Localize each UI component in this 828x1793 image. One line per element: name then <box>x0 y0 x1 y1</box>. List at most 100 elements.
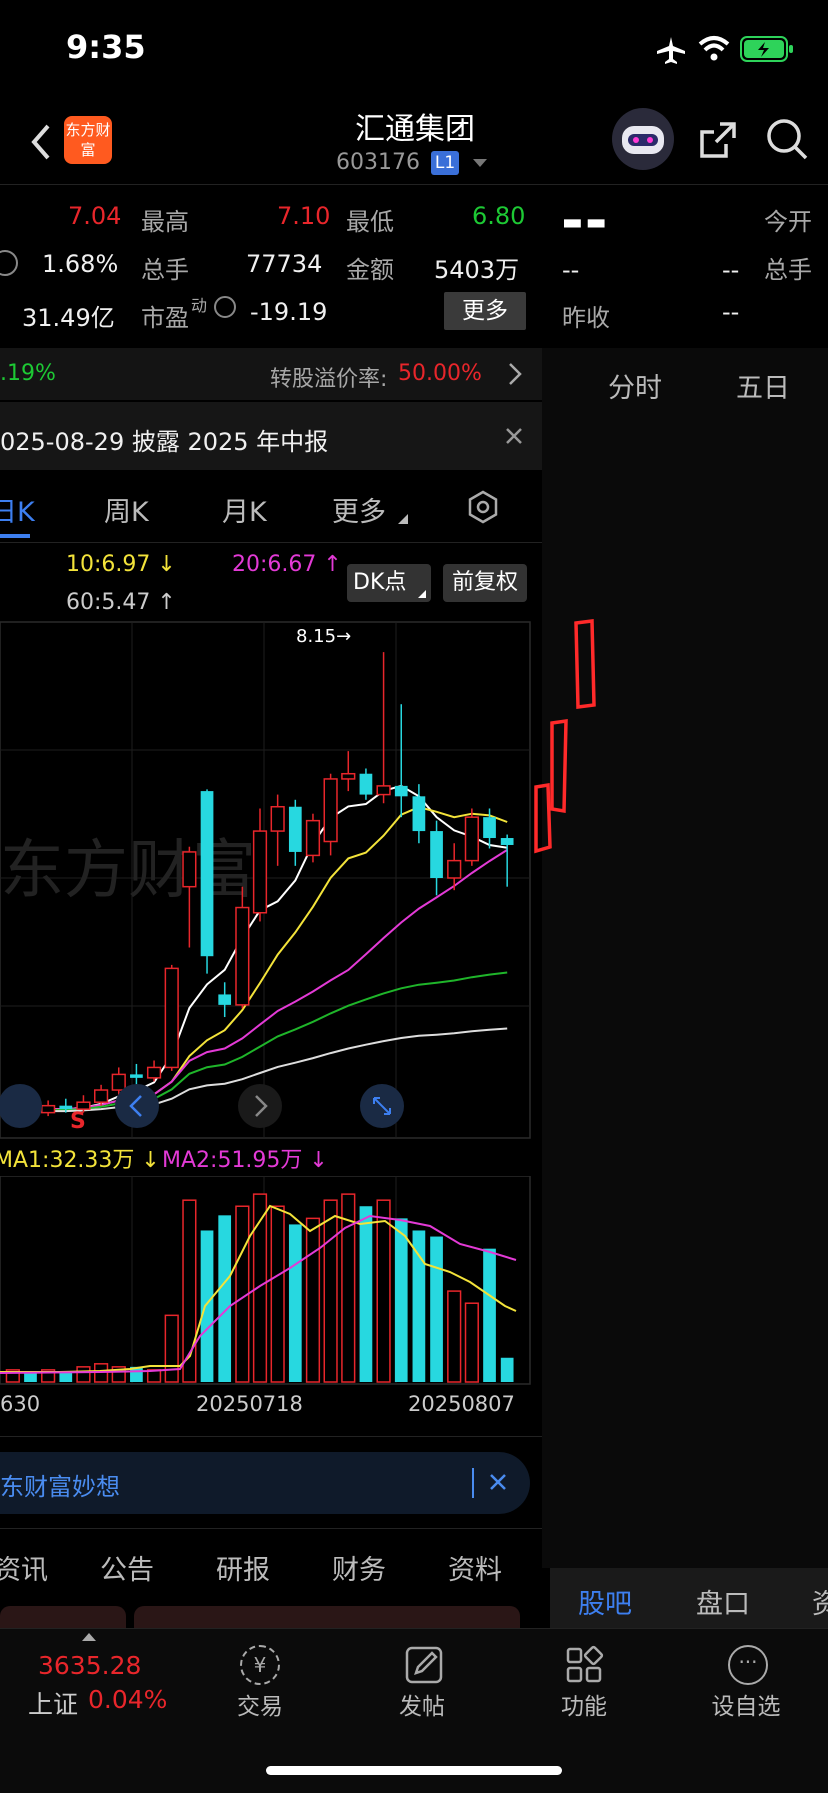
nav-left-button[interactable] <box>0 1084 42 1128</box>
edit-icon[interactable] <box>404 1645 444 1685</box>
index-value[interactable]: 3635.28 <box>38 1651 141 1680</box>
candle <box>41 1104 56 1114</box>
back-arrow-icon[interactable] <box>28 122 52 162</box>
card-edge <box>134 1606 520 1628</box>
ma20-label: 20:6.67 ↑ <box>232 552 342 577</box>
tab-month-k[interactable]: 月K <box>222 490 267 529</box>
tab-research[interactable]: 研报 <box>216 1548 270 1587</box>
chevron-right-icon <box>509 363 522 385</box>
candle <box>412 796 426 832</box>
conv-label: 转股溢价率: <box>270 367 388 392</box>
turnover-value: 1.68% <box>42 250 119 278</box>
chevron-down-icon[interactable] <box>472 158 488 168</box>
volume-bar <box>288 1224 302 1382</box>
candle <box>483 817 496 839</box>
gear-icon[interactable] <box>466 490 500 524</box>
pe-label: 市盈 <box>141 304 189 332</box>
trade-icon[interactable]: ¥ <box>240 1645 280 1685</box>
nav-trade[interactable]: 交易 <box>200 1687 320 1721</box>
right-vol-label: 总手 <box>764 256 812 284</box>
volume-chart[interactable] <box>0 1176 542 1386</box>
candle <box>323 778 338 843</box>
vol-ma2-label: MA2:51.95万 ↓ <box>162 1148 328 1173</box>
ma10-label: 10:6.97 ↓ <box>66 552 176 577</box>
high-value: 7.10 <box>277 202 331 230</box>
adjust-button[interactable]: 前复权 <box>443 564 527 602</box>
right-pane: 分时 五日 <box>542 348 828 1568</box>
stock-code: 603176 <box>336 150 420 175</box>
volume-bar <box>483 1248 496 1382</box>
volume-bar <box>76 1366 91 1383</box>
volume-bar <box>59 1372 73 1382</box>
tab-announcements[interactable]: 公告 <box>100 1548 154 1587</box>
status-time: 9:35 <box>66 28 146 66</box>
tab-five-day[interactable]: 五日 <box>736 366 790 405</box>
date-label-2: 20250718 <box>196 1392 303 1416</box>
volume-bar <box>270 1205 285 1383</box>
candle <box>394 785 408 797</box>
watermark-text: 东方财富 <box>0 834 256 908</box>
candle <box>464 816 479 862</box>
volume-bar <box>447 1290 462 1383</box>
candle <box>305 819 321 857</box>
apps-icon[interactable] <box>564 1645 604 1685</box>
candle <box>288 806 302 852</box>
candle <box>182 851 197 888</box>
right-bottom-tabs: 股吧 盘口 资 <box>550 1568 828 1628</box>
ai-banner[interactable]: 东财富妙想 <box>0 1452 530 1514</box>
ai-banner-text: 东财富妙想 <box>0 1473 120 1501</box>
high-label: 最高 <box>141 208 189 236</box>
open-label: 今开 <box>764 208 812 236</box>
right-v1: -- <box>562 256 580 284</box>
search-icon[interactable] <box>764 116 810 162</box>
candle <box>447 859 462 879</box>
candle <box>270 805 285 832</box>
prev-button[interactable] <box>115 1084 159 1128</box>
candle <box>130 1074 143 1078</box>
nav-add-watchlist[interactable]: 设自选 <box>686 1687 806 1721</box>
card-edge <box>0 1606 126 1628</box>
tab-profile[interactable]: 资料 <box>448 1548 502 1587</box>
index-change[interactable]: 0.04% <box>88 1685 167 1714</box>
pe-info-icon[interactable] <box>214 296 236 318</box>
tab-orderbook[interactable]: 盘口 <box>696 1582 750 1621</box>
candle <box>93 1089 109 1103</box>
tab-more[interactable]: 更多 <box>332 490 386 529</box>
candle <box>218 994 232 1005</box>
right-dash: ▬ ▬ <box>562 210 607 235</box>
convertible-row[interactable]: .19% 转股溢价率: 50.00% <box>0 348 542 400</box>
conv-left: .19% <box>0 361 56 386</box>
index-name[interactable]: 上证 <box>28 1685 78 1721</box>
more-dots-icon[interactable]: ··· <box>728 1645 768 1685</box>
low-value: 6.80 <box>472 202 526 230</box>
pe-value: -19.19 <box>250 298 328 326</box>
kline-chart[interactable]: 东方财富 8.15→ S <box>0 620 542 1140</box>
nav-functions[interactable]: 功能 <box>524 1687 644 1721</box>
notice-text: 025-08-29 披露 2025 年中报 <box>0 428 329 456</box>
tab-forum[interactable]: 股吧 <box>578 1582 632 1621</box>
level-badge[interactable]: L1 <box>431 151 459 175</box>
volume-bar <box>500 1357 514 1382</box>
tab-intraday[interactable]: 分时 <box>608 366 662 405</box>
tab-week-k[interactable]: 周K <box>104 490 149 529</box>
tab-capital[interactable]: 资 <box>812 1582 828 1621</box>
caret-up-icon <box>82 1633 96 1641</box>
info-icon[interactable] <box>0 250 18 276</box>
assistant-avatar[interactable] <box>612 108 674 170</box>
close-icon[interactable] <box>488 1472 508 1492</box>
next-button[interactable] <box>238 1084 282 1128</box>
tab-news[interactable]: 资讯 <box>0 1548 48 1587</box>
right-v3: -- <box>722 298 740 326</box>
notice-bar[interactable]: 025-08-29 披露 2025 年中报 <box>0 402 542 470</box>
volume-bar <box>200 1230 214 1382</box>
nav-post[interactable]: 发帖 <box>362 1687 482 1721</box>
more-button[interactable]: 更多 <box>444 292 526 330</box>
tab-day-k[interactable]: 日K <box>0 490 35 529</box>
app-logo: 东方财富 <box>64 116 112 164</box>
status-bar: 9:35 <box>0 0 828 100</box>
share-icon[interactable] <box>696 118 740 162</box>
volume-bar <box>218 1215 232 1382</box>
tab-finance[interactable]: 财务 <box>332 1548 386 1587</box>
close-icon[interactable] <box>504 426 524 446</box>
conv-value: 50.00% <box>398 361 482 386</box>
